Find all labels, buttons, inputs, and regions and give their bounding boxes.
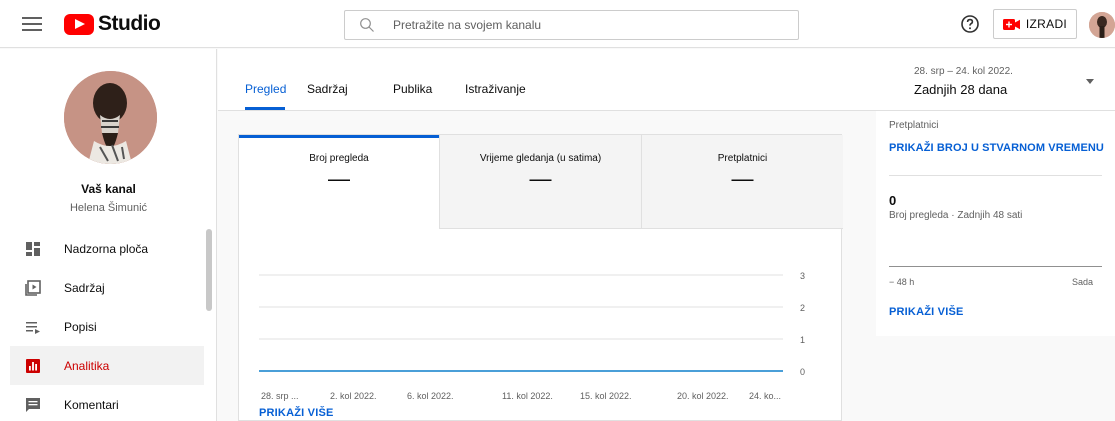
divider: [889, 175, 1102, 176]
studio-logo[interactable]: Studio: [64, 11, 161, 37]
create-button[interactable]: IZRADI: [993, 9, 1077, 39]
search-box[interactable]: [344, 10, 799, 40]
realtime-see-more-link[interactable]: PRIKAŽI VIŠE: [889, 306, 964, 318]
metric-subscribers[interactable]: Pretplatnici —: [641, 135, 843, 229]
sidebar-item-dashboard[interactable]: Nadzorna ploča: [10, 229, 204, 268]
playlists-icon: [26, 321, 40, 334]
analytics-icon: [26, 358, 40, 373]
chart-y-tick-label: 0: [800, 367, 805, 377]
account-avatar[interactable]: [1089, 12, 1115, 38]
top-bar: Studio IZRADI: [0, 0, 1115, 48]
date-range-text: 28. srp – 24. kol 2022.: [914, 66, 1013, 77]
views-line-chart: 3 2 1 0 28. srp ... 2. kol 2022. 6. kol 2022. 1…: [259, 271, 805, 401]
sidebar-item-label: Nadzorna ploča: [64, 241, 149, 256]
metric-views[interactable]: Broj pregleda —: [239, 135, 439, 229]
content-icon: [25, 279, 41, 296]
logo-text: Studio: [98, 12, 161, 35]
sidebar-item-label: Analitika: [64, 358, 110, 373]
avatar-portrait-icon: [1089, 12, 1115, 38]
realtime-count: 0: [889, 193, 897, 208]
sidebar-item-content[interactable]: Sadržaj: [10, 268, 204, 307]
dashboard-icon: [26, 241, 40, 256]
tab-audience[interactable]: Publika: [393, 82, 432, 96]
chart-x-tick-label: 20. kol 2022.: [677, 391, 729, 401]
sidebar-item-label: Komentari: [64, 397, 119, 412]
help-icon[interactable]: [960, 14, 980, 34]
sidebar-scrollbar[interactable]: [206, 229, 212, 311]
sidebar-item-playlists[interactable]: Popisi: [10, 307, 204, 346]
channel-portrait-icon: [64, 71, 157, 164]
sidebar-item-label: Popisi: [64, 319, 97, 334]
realtime-chart-axis: [889, 266, 1102, 267]
menu-icon[interactable]: [22, 14, 42, 34]
chart-x-tick-label: 2. kol 2022.: [330, 391, 377, 401]
chart-x-tick-label: 24. ko...: [749, 391, 781, 401]
metric-value: —: [328, 166, 350, 191]
sidebar-nav: Nadzorna ploča Sadržaj Popisi Analitika …: [10, 229, 204, 421]
realtime-axis-start: − 48 h: [889, 277, 915, 287]
realtime-subtitle: Pretplatnici: [889, 120, 939, 131]
metric-label: Vrijeme gledanja (u satima): [479, 153, 602, 164]
tab-research[interactable]: Istraživanje: [465, 82, 526, 96]
see-more-link[interactable]: PRIKAŽI VIŠE: [259, 407, 334, 419]
chart-y-tick-label: 1: [800, 335, 805, 345]
chart-x-tick-label: 11. kol 2022.: [502, 391, 553, 401]
sidebar-item-analytics[interactable]: Analitika: [10, 346, 204, 385]
chart-x-tick-label: 15. kol 2022.: [580, 391, 632, 401]
metric-watch-time[interactable]: Vrijeme gledanja (u satima) —: [439, 135, 641, 229]
tab-overview[interactable]: Pregled: [245, 82, 286, 96]
date-range-picker[interactable]: 28. srp – 24. kol 2022. Zadnjih 28 dana: [914, 66, 1013, 97]
sidebar: Vaš kanal Helena Šimunić Nadzorna ploča …: [0, 49, 217, 421]
active-tab-indicator: [245, 107, 285, 110]
search-input[interactable]: [393, 18, 773, 32]
youtube-play-icon: [64, 13, 94, 35]
tab-content[interactable]: Sadržaj: [307, 82, 348, 96]
chart-x-tick-label: 6. kol 2022.: [407, 391, 454, 401]
metric-value: —: [731, 166, 754, 191]
realtime-description: Broj pregleda · Zadnjih 48 sati: [889, 210, 1023, 221]
sidebar-item-comments[interactable]: Komentari: [10, 385, 204, 421]
channel-title: Vaš kanal: [81, 182, 136, 196]
channel-name: Helena Šimunić: [69, 202, 148, 214]
channel-avatar[interactable]: [64, 71, 157, 164]
chart-x-tick-label: 28. srp ...: [261, 391, 299, 401]
metric-value: —: [529, 166, 552, 191]
analytics-tabs-bar: Pregled Sadržaj Publika Istraživanje 28.…: [218, 49, 1115, 111]
create-label: IZRADI: [1025, 17, 1068, 31]
video-camera-icon: [1002, 18, 1020, 30]
realtime-panel: Pretplatnici PRIKAŽI BROJ U STVARNOM VRE…: [876, 111, 1115, 336]
comments-icon: [26, 397, 40, 412]
date-range-label: Zadnjih 28 dana: [914, 82, 1008, 97]
realtime-axis-end: Sada: [1072, 277, 1094, 287]
search-icon: [360, 18, 374, 32]
chevron-down-icon[interactable]: [1086, 79, 1094, 84]
overview-card: Broj pregleda — Vrijeme gledanja (u sati…: [238, 134, 843, 421]
metric-label: Pretplatnici: [717, 153, 768, 164]
realtime-count-link[interactable]: PRIKAŽI BROJ U STVARNOM VREMENU: [889, 142, 1104, 154]
sidebar-item-label: Sadržaj: [64, 280, 105, 295]
chart-y-tick-label: 2: [800, 303, 805, 313]
chart-y-tick-label: 3: [800, 271, 805, 281]
metric-label: Broj pregleda: [309, 153, 369, 164]
